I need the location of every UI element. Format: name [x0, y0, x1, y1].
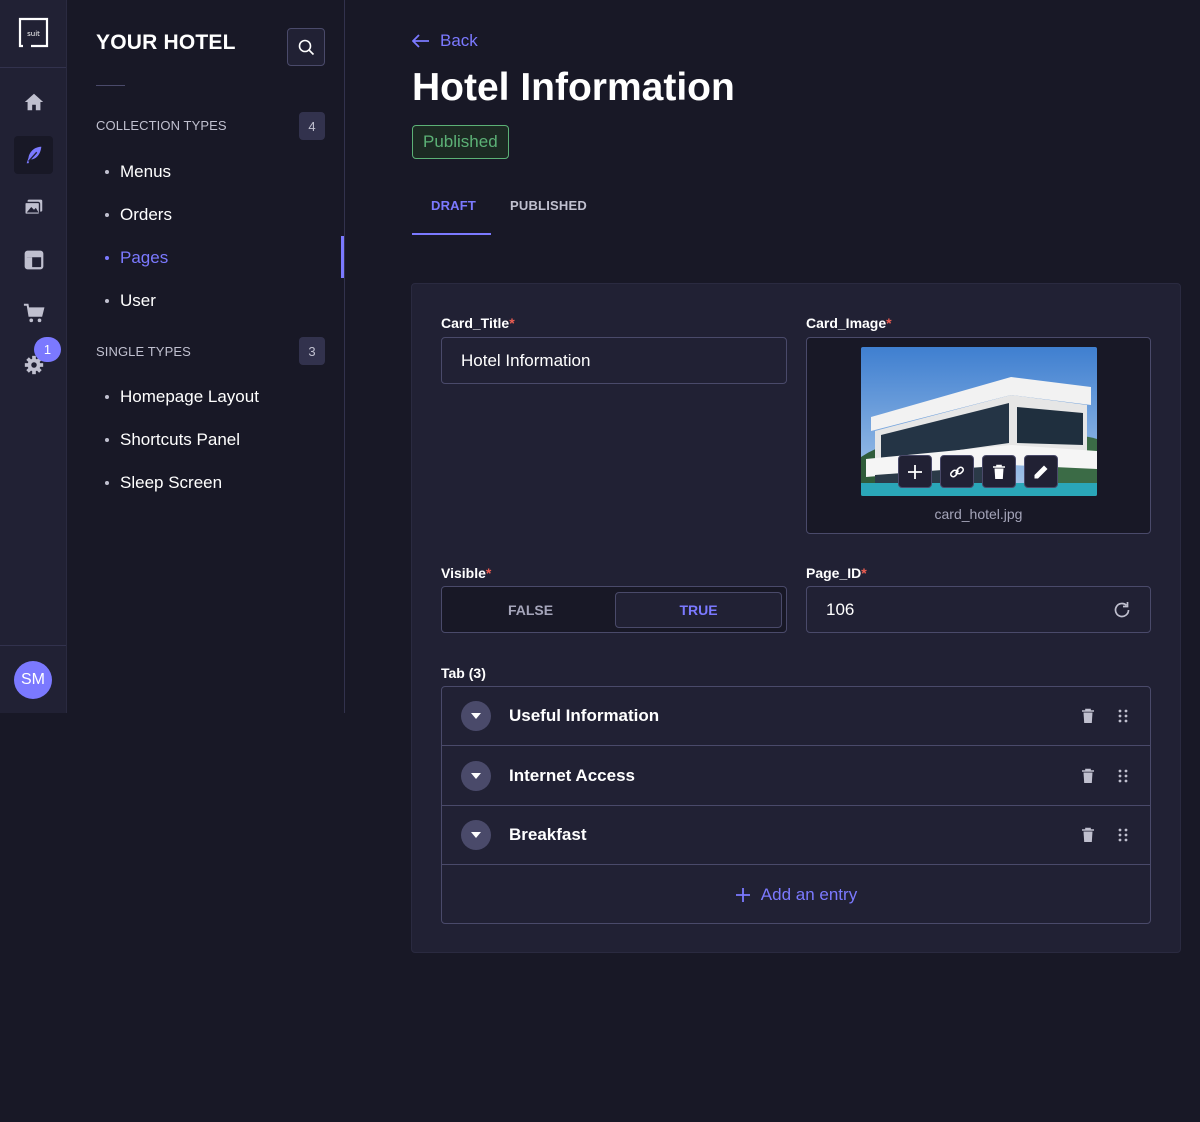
status-badge: Published [412, 125, 509, 159]
collection-types-count: 4 [299, 112, 325, 140]
app-logo-icon[interactable]: suit [18, 17, 49, 48]
entry-label: Useful Information [509, 706, 660, 725]
add-image-button[interactable] [898, 455, 932, 488]
pencil-icon [1034, 465, 1048, 478]
rail-layout[interactable] [14, 241, 53, 279]
visible-toggle: FALSE TRUE [441, 586, 787, 633]
plus-icon [908, 464, 922, 479]
bullet-icon [105, 213, 109, 217]
bullet-icon [105, 256, 109, 260]
image-filename: card_hotel.jpg [934, 506, 1023, 522]
drag-handle-icon[interactable] [1114, 826, 1132, 844]
content-type-nav: YOUR HOTEL COLLECTION TYPES 4 Menus Orde… [67, 0, 345, 713]
page-title: Hotel Information [412, 66, 735, 109]
cart-icon [23, 303, 44, 323]
home-icon [24, 93, 43, 111]
sidebar-item-menus[interactable]: Menus [105, 162, 171, 182]
sidebar-item-label: Sleep Screen [120, 473, 223, 492]
rail-divider [0, 645, 66, 646]
trash-icon[interactable] [1079, 767, 1097, 785]
visible-label: Visible* [441, 565, 492, 581]
bullet-icon [105, 395, 109, 399]
active-item-indicator [341, 236, 344, 278]
back-label: Back [440, 31, 478, 50]
regenerate-icon[interactable] [1113, 601, 1131, 619]
notification-badge: 1 [34, 337, 61, 362]
search-button[interactable] [287, 28, 325, 66]
add-entry-label: Add an entry [760, 884, 858, 904]
svg-text:suit: suit [27, 30, 40, 38]
link-icon [949, 465, 965, 478]
delete-image-button[interactable] [982, 455, 1016, 488]
search-icon [298, 39, 314, 55]
entry-label: Internet Access [509, 766, 635, 785]
sidebar-item-homepage-layout[interactable]: Homepage Layout [105, 387, 259, 407]
feather-icon [26, 146, 41, 164]
sidebar-item-label: Homepage Layout [120, 387, 259, 406]
trash-icon[interactable] [1079, 707, 1097, 725]
bullet-icon [105, 299, 109, 303]
page-id-input[interactable]: 106 [806, 586, 1151, 633]
sidebar-item-label: User [120, 291, 156, 310]
list-item[interactable]: Breakfast [442, 806, 1150, 865]
tab-component-list: Useful Information Internet Access Break… [441, 686, 1151, 924]
bullet-icon [105, 170, 109, 174]
rail-media-library[interactable] [14, 188, 53, 226]
trash-icon [993, 464, 1005, 479]
drag-handle-icon[interactable] [1114, 767, 1132, 785]
sidebar-item-label: Shortcuts Panel [120, 430, 241, 449]
entry-label: Breakfast [509, 825, 587, 844]
tab-published[interactable]: PUBLISHED [510, 198, 587, 213]
list-item[interactable]: Internet Access [442, 747, 1150, 806]
drag-handle-icon[interactable] [1114, 707, 1132, 725]
chevron-down-icon[interactable] [461, 701, 491, 731]
card-image-label: Card_Image* [806, 315, 892, 331]
sidebar-item-shortcuts-panel[interactable]: Shortcuts Panel [105, 430, 240, 450]
back-link[interactable]: Back [412, 31, 478, 51]
add-entry-button[interactable]: Add an entry [442, 865, 1150, 923]
sidebar-item-label: Menus [120, 162, 172, 181]
section-heading-single-types[interactable]: SINGLE TYPES [96, 344, 191, 359]
sidebar-divider [96, 85, 125, 86]
list-item[interactable]: Useful Information [442, 687, 1150, 746]
user-avatar[interactable]: SM [14, 661, 52, 699]
card-title-input[interactable]: Hotel Information [441, 337, 787, 384]
sidebar-item-label: Pages [120, 248, 169, 267]
trash-icon[interactable] [1079, 826, 1097, 844]
rail-marketplace[interactable] [14, 294, 53, 332]
chevron-down-icon[interactable] [461, 820, 491, 850]
edit-image-button[interactable] [1024, 455, 1058, 488]
main-nav-rail: suit 1 SM [0, 0, 67, 713]
rail-divider [0, 67, 66, 68]
sidebar-item-label: Orders [120, 205, 172, 224]
card-title-label: Card_Title* [441, 315, 515, 331]
arrow-left-icon [412, 34, 429, 48]
sidebar-item-pages[interactable]: Pages [105, 248, 168, 268]
bullet-icon [105, 438, 109, 442]
active-tab-indicator [412, 233, 491, 235]
copy-link-button[interactable] [940, 455, 974, 488]
rail-home[interactable] [14, 83, 53, 121]
tab-component-label: Tab (3) [441, 665, 486, 681]
sidebar-brand-title: YOUR HOTEL [96, 31, 236, 54]
section-heading-collection-types[interactable]: COLLECTION TYPES [96, 118, 227, 133]
bullet-icon [105, 481, 109, 485]
sidebar-item-orders[interactable]: Orders [105, 205, 172, 225]
hotel-image-preview [861, 347, 1097, 496]
toggle-true-option[interactable]: TRUE [615, 592, 782, 628]
page-id-label: Page_ID* [806, 565, 867, 581]
chevron-down-icon[interactable] [461, 761, 491, 791]
tab-draft[interactable]: DRAFT [431, 198, 476, 213]
rail-content-manager[interactable] [14, 136, 53, 174]
media-library-icon [23, 199, 42, 216]
single-types-count: 3 [299, 337, 325, 365]
page-id-value: 106 [826, 599, 855, 619]
plus-icon [735, 887, 750, 902]
sidebar-item-user[interactable]: User [105, 291, 156, 311]
toggle-false-option[interactable]: FALSE [447, 592, 614, 628]
layout-icon [24, 250, 43, 270]
sidebar-item-sleep-screen[interactable]: Sleep Screen [105, 473, 222, 493]
